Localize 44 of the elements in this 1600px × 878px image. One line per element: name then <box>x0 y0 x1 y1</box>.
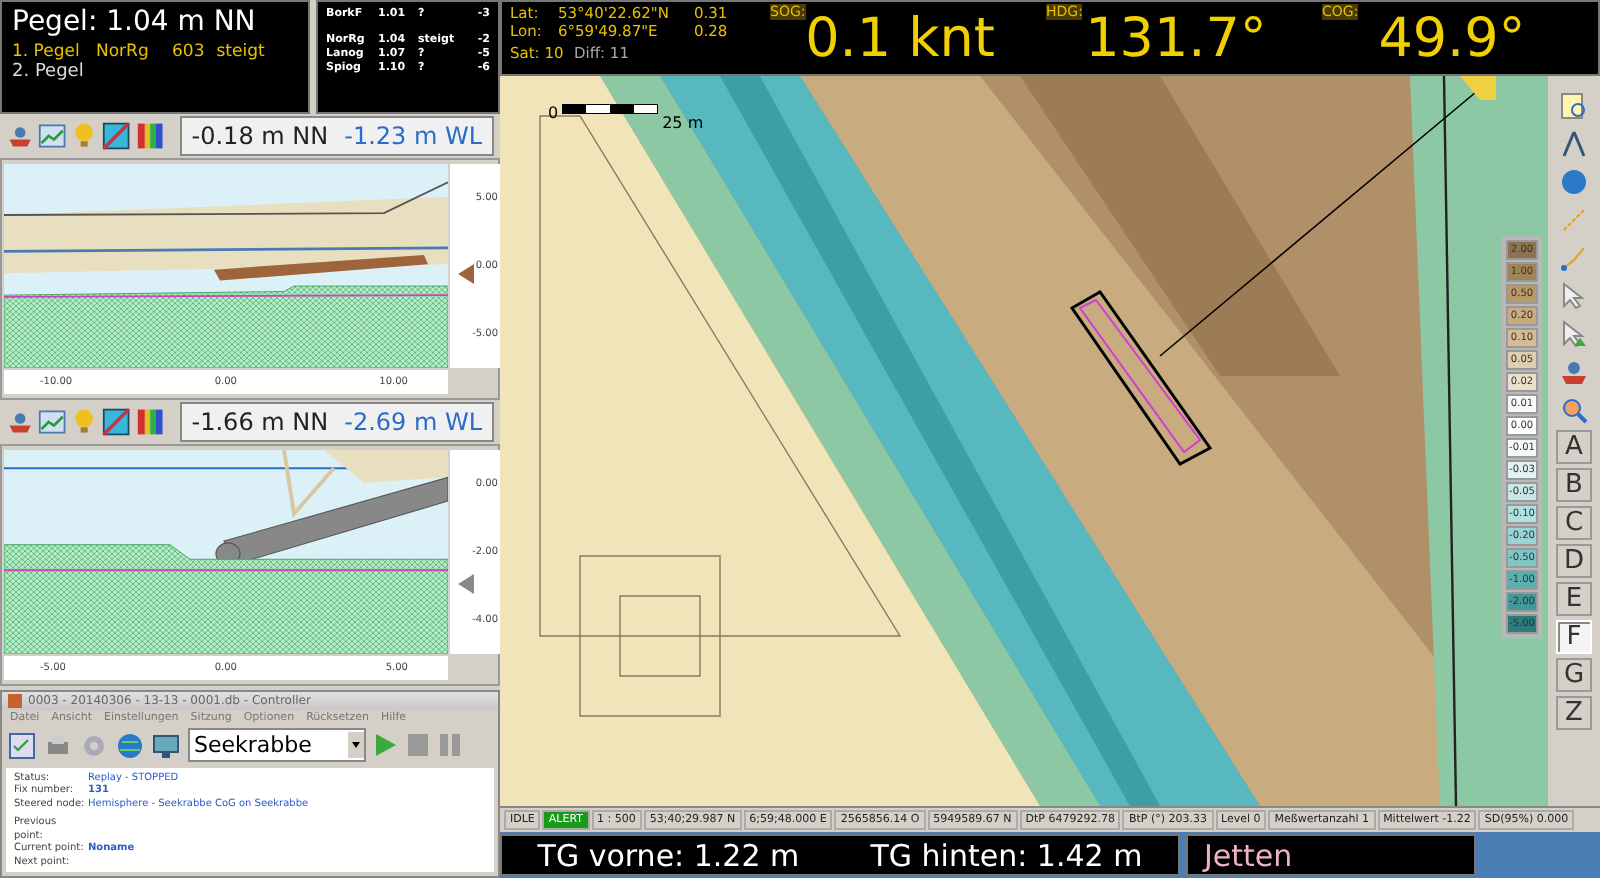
play-icon[interactable] <box>374 732 398 759</box>
app-icon <box>8 694 22 709</box>
readout-value: 49.9° <box>1378 6 1526 74</box>
stop-icon[interactable] <box>406 732 430 759</box>
wl-level: -1.23 m WL <box>344 122 483 150</box>
gauge-station: NorRg <box>96 42 151 62</box>
vessel-dropdown[interactable]: Seekrabbe <box>188 728 366 763</box>
monitor-icon[interactable] <box>152 731 180 760</box>
letter-button[interactable]: Z <box>1556 696 1592 730</box>
gauge-value: 603 <box>172 42 205 62</box>
depth-marker-icon <box>458 574 474 594</box>
letter-button[interactable]: D <box>1556 544 1592 578</box>
gauge-label: 2. Pegel <box>12 62 86 82</box>
readout-value: 131.7° <box>1085 6 1267 74</box>
letter-button[interactable]: B <box>1556 468 1592 502</box>
gauge-trend: steigt <box>216 42 265 62</box>
chart-icon[interactable] <box>38 120 67 152</box>
gauge-label: 1. Pegel <box>12 42 82 62</box>
readout-value: 0.1 knt <box>805 6 995 74</box>
scale-label: 25 m <box>662 114 704 132</box>
draft-rear: TG hinten: 1.42 m <box>870 837 1143 873</box>
letter-button[interactable]: F <box>1556 620 1592 654</box>
gradient-icon[interactable] <box>102 120 132 152</box>
vessel-name: Jetten <box>1204 837 1293 873</box>
chart-icon[interactable] <box>38 406 67 438</box>
nn-level: -0.18 m NN <box>191 122 329 150</box>
letter-button[interactable]: A <box>1556 430 1592 464</box>
letter-button[interactable]: E <box>1556 582 1592 616</box>
printer-icon[interactable] <box>44 731 72 760</box>
pause-icon[interactable] <box>438 732 462 759</box>
gradient-icon[interactable] <box>102 406 132 438</box>
color-scale-icon[interactable] <box>135 120 164 152</box>
checklist-icon[interactable] <box>8 731 36 760</box>
letter-button[interactable]: C <box>1556 506 1592 540</box>
scale-label: 0 <box>548 104 559 122</box>
draft-front: TG vorne: 1.22 m <box>537 837 800 873</box>
nn-level: -1.66 m NN <box>191 408 329 436</box>
water-level-title: Pegel: 1.04 m NN <box>12 6 258 38</box>
depth-marker-icon <box>458 264 474 284</box>
scale-bar <box>562 104 659 114</box>
color-scale-icon[interactable] <box>135 406 164 438</box>
globe-icon[interactable] <box>116 731 144 760</box>
letter-button[interactable]: G <box>1556 658 1592 692</box>
wl-level: -2.69 m WL <box>344 408 483 436</box>
